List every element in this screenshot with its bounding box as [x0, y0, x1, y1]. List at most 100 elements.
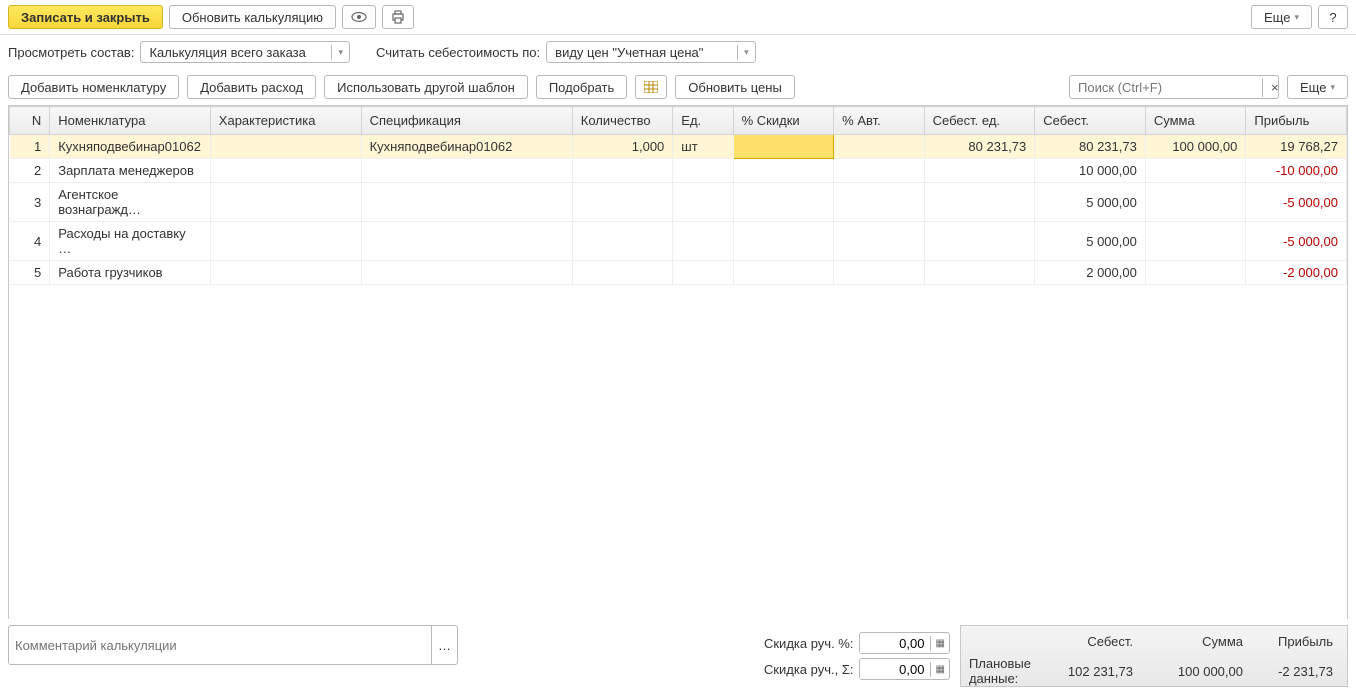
- unit-cell[interactable]: шт: [673, 135, 733, 159]
- quantity-cell[interactable]: [572, 222, 673, 261]
- help-button[interactable]: ?: [1318, 5, 1348, 29]
- cost-select[interactable]: виду цен "Учетная цена" ▾: [546, 41, 756, 63]
- specification-cell[interactable]: [361, 183, 572, 222]
- print-button[interactable]: [382, 5, 414, 29]
- specification-cell[interactable]: [361, 261, 572, 285]
- calculator-icon[interactable]: ▦: [930, 662, 948, 677]
- table-row[interactable]: 1Кухняподвебинар01062Кухняподвебинар0106…: [10, 135, 1347, 159]
- col-discount[interactable]: % Скидки: [733, 107, 834, 135]
- col-cost[interactable]: Себест.: [1035, 107, 1146, 135]
- row-number: 4: [10, 222, 50, 261]
- auto-cell[interactable]: [834, 183, 924, 222]
- table-row[interactable]: 5Работа грузчиков2 000,00-2 000,00: [10, 261, 1347, 285]
- comment-input[interactable]: [9, 626, 431, 664]
- col-sum[interactable]: Сумма: [1145, 107, 1246, 135]
- nomenclature-cell[interactable]: Работа грузчиков: [50, 261, 211, 285]
- totals-profit: -2 231,73: [1251, 664, 1341, 679]
- auto-cell[interactable]: [834, 159, 924, 183]
- characteristic-cell[interactable]: [210, 222, 361, 261]
- quantity-cell[interactable]: 1,000: [572, 135, 673, 159]
- row-number: 1: [10, 135, 50, 159]
- cost-cell: 10 000,00: [1035, 159, 1146, 183]
- sum-cell: [1145, 183, 1246, 222]
- discount-sum-field[interactable]: [860, 660, 930, 679]
- unit-cell[interactable]: [673, 222, 733, 261]
- add-nomenclature-button[interactable]: Добавить номенклатуру: [8, 75, 179, 99]
- quantity-cell[interactable]: [572, 183, 673, 222]
- filter-row: Просмотреть состав: Калькуляция всего за…: [0, 35, 1356, 69]
- cost-cell: 2 000,00: [1035, 261, 1146, 285]
- more-button-top[interactable]: Еще: [1251, 5, 1312, 29]
- discount-cell[interactable]: [733, 183, 834, 222]
- unit-cell[interactable]: [673, 261, 733, 285]
- profit-cell: 19 768,27: [1246, 135, 1347, 159]
- sum-cell: [1145, 159, 1246, 183]
- search-box[interactable]: ×: [1069, 75, 1279, 99]
- table-row[interactable]: 3Агентское вознагражд…5 000,00-5 000,00: [10, 183, 1347, 222]
- totals-panel: Себест. Сумма Прибыль Плановые данные: 1…: [960, 625, 1348, 687]
- nomenclature-cell[interactable]: Кухняподвебинар01062: [50, 135, 211, 159]
- add-expense-button[interactable]: Добавить расход: [187, 75, 316, 99]
- specification-cell[interactable]: [361, 159, 572, 183]
- col-quantity[interactable]: Количество: [572, 107, 673, 135]
- col-auto[interactable]: % Авт.: [834, 107, 924, 135]
- cost-unit-cell: 80 231,73: [924, 135, 1035, 159]
- totals-cost: 102 231,73: [1031, 664, 1141, 679]
- clear-search-button[interactable]: ×: [1262, 78, 1287, 97]
- nomenclature-cell[interactable]: Расходы на доставку …: [50, 222, 211, 261]
- more-button-actions[interactable]: Еще: [1287, 75, 1348, 99]
- discount-cell[interactable]: [733, 261, 834, 285]
- update-calc-button[interactable]: Обновить калькуляцию: [169, 5, 336, 29]
- view-button[interactable]: [342, 5, 376, 29]
- characteristic-cell[interactable]: [210, 261, 361, 285]
- nomenclature-cell[interactable]: Агентское вознагражд…: [50, 183, 211, 222]
- specification-cell[interactable]: [361, 222, 572, 261]
- col-profit[interactable]: Прибыль: [1246, 107, 1347, 135]
- totals-col-sum: Сумма: [1141, 634, 1251, 649]
- discount-pct-input[interactable]: ▦: [859, 632, 949, 654]
- calculator-icon[interactable]: ▦: [930, 636, 948, 651]
- col-nomenclature[interactable]: Номенклатура: [50, 107, 211, 135]
- grid-button[interactable]: [635, 75, 667, 99]
- comment-box[interactable]: …: [8, 625, 458, 665]
- col-unit[interactable]: Ед.: [673, 107, 733, 135]
- auto-cell[interactable]: [834, 135, 924, 159]
- auto-cell[interactable]: [834, 222, 924, 261]
- save-close-button[interactable]: Записать и закрыть: [8, 5, 163, 29]
- characteristic-cell[interactable]: [210, 159, 361, 183]
- update-prices-button[interactable]: Обновить цены: [675, 75, 795, 99]
- cost-unit-cell: [924, 159, 1035, 183]
- discount-cell[interactable]: [733, 159, 834, 183]
- view-select[interactable]: Калькуляция всего заказа ▾: [140, 41, 350, 63]
- table-row[interactable]: 2Зарплата менеджеров10 000,00-10 000,00: [10, 159, 1347, 183]
- discount-pct-field[interactable]: [860, 634, 930, 653]
- col-n[interactable]: N: [10, 107, 50, 135]
- col-characteristic[interactable]: Характеристика: [210, 107, 361, 135]
- discount-sum-input[interactable]: ▦: [859, 658, 949, 680]
- select-button[interactable]: Подобрать: [536, 75, 627, 99]
- sum-cell: 100 000,00: [1145, 135, 1246, 159]
- quantity-cell[interactable]: [572, 159, 673, 183]
- discount-cell[interactable]: [733, 135, 834, 159]
- cost-unit-cell: [924, 222, 1035, 261]
- quantity-cell[interactable]: [572, 261, 673, 285]
- use-template-button[interactable]: Использовать другой шаблон: [324, 75, 528, 99]
- characteristic-cell[interactable]: [210, 135, 361, 159]
- cost-unit-cell: [924, 183, 1035, 222]
- col-cost-unit[interactable]: Себест. ед.: [924, 107, 1035, 135]
- specification-cell[interactable]: Кухняподвебинар01062: [361, 135, 572, 159]
- sum-cell: [1145, 261, 1246, 285]
- col-specification[interactable]: Спецификация: [361, 107, 572, 135]
- auto-cell[interactable]: [834, 261, 924, 285]
- unit-cell[interactable]: [673, 183, 733, 222]
- characteristic-cell[interactable]: [210, 183, 361, 222]
- table-row[interactable]: 4Расходы на доставку …5 000,00-5 000,00: [10, 222, 1347, 261]
- cost-cell: 5 000,00: [1035, 183, 1146, 222]
- cost-select-text: виду цен "Учетная цена": [547, 43, 737, 62]
- nomenclature-cell[interactable]: Зарплата менеджеров: [50, 159, 211, 183]
- view-label: Просмотреть состав:: [8, 45, 134, 60]
- comment-expand-button[interactable]: …: [431, 626, 457, 664]
- search-input[interactable]: [1070, 78, 1262, 97]
- discount-cell[interactable]: [733, 222, 834, 261]
- unit-cell[interactable]: [673, 159, 733, 183]
